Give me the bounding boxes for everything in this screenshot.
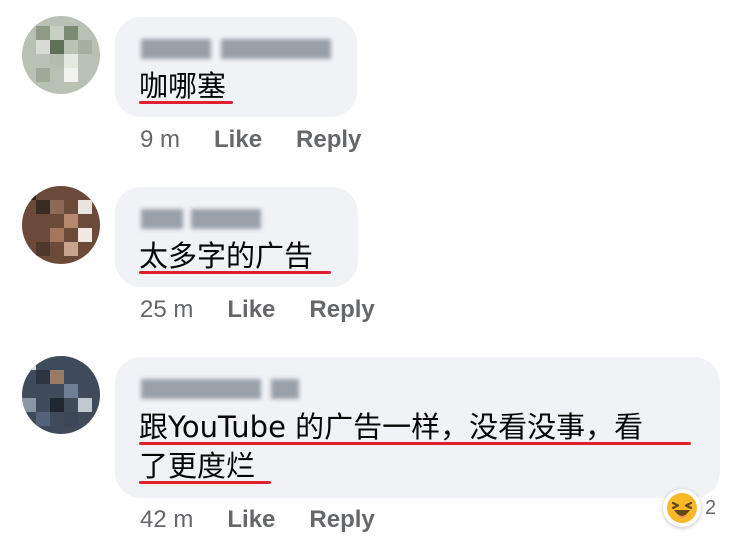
like-button[interactable]: Like [227,296,275,324]
avatar[interactable] [22,16,100,94]
comment-actions: 25 m Like Reply [140,296,375,324]
comment-timestamp[interactable]: 42 m [140,506,193,534]
reaction-summary[interactable]: 2 [663,489,716,527]
commenter-name-blurred[interactable] [141,209,261,229]
text-underline [139,271,331,274]
laughing-emoji-icon [663,489,701,527]
comment-text-line: 跟YouTube 的广告一样，没看没事，看 [139,410,644,444]
comment-text: 太多字的广告 [139,239,314,273]
comment-actions: 9 m Like Reply [140,126,361,154]
text-underline [139,442,691,445]
comment-timestamp[interactable]: 9 m [140,126,180,154]
avatar[interactable] [22,186,100,264]
text-underline [139,481,271,484]
comment-bubble: 咖哪塞 [115,17,357,117]
commenter-name-blurred[interactable] [141,39,331,59]
comment-actions: 42 m Like Reply [140,506,375,534]
text-underline [139,101,233,104]
comment-timestamp[interactable]: 25 m [140,296,193,324]
avatar[interactable] [22,356,100,434]
comment-bubble: 跟YouTube 的广告一样，没看没事，看 了更度烂 [115,357,720,498]
like-button[interactable]: Like [214,126,262,154]
comment-text: 咖哪塞 [139,69,227,103]
reply-button[interactable]: Reply [296,126,361,154]
like-button[interactable]: Like [227,506,275,534]
reply-button[interactable]: Reply [309,296,374,324]
reply-button[interactable]: Reply [309,506,374,534]
reaction-count: 2 [705,496,717,519]
comment-text-line: 了更度烂 [139,449,256,483]
commenter-name-blurred[interactable] [141,379,299,399]
comment-bubble: 太多字的广告 [115,187,358,287]
